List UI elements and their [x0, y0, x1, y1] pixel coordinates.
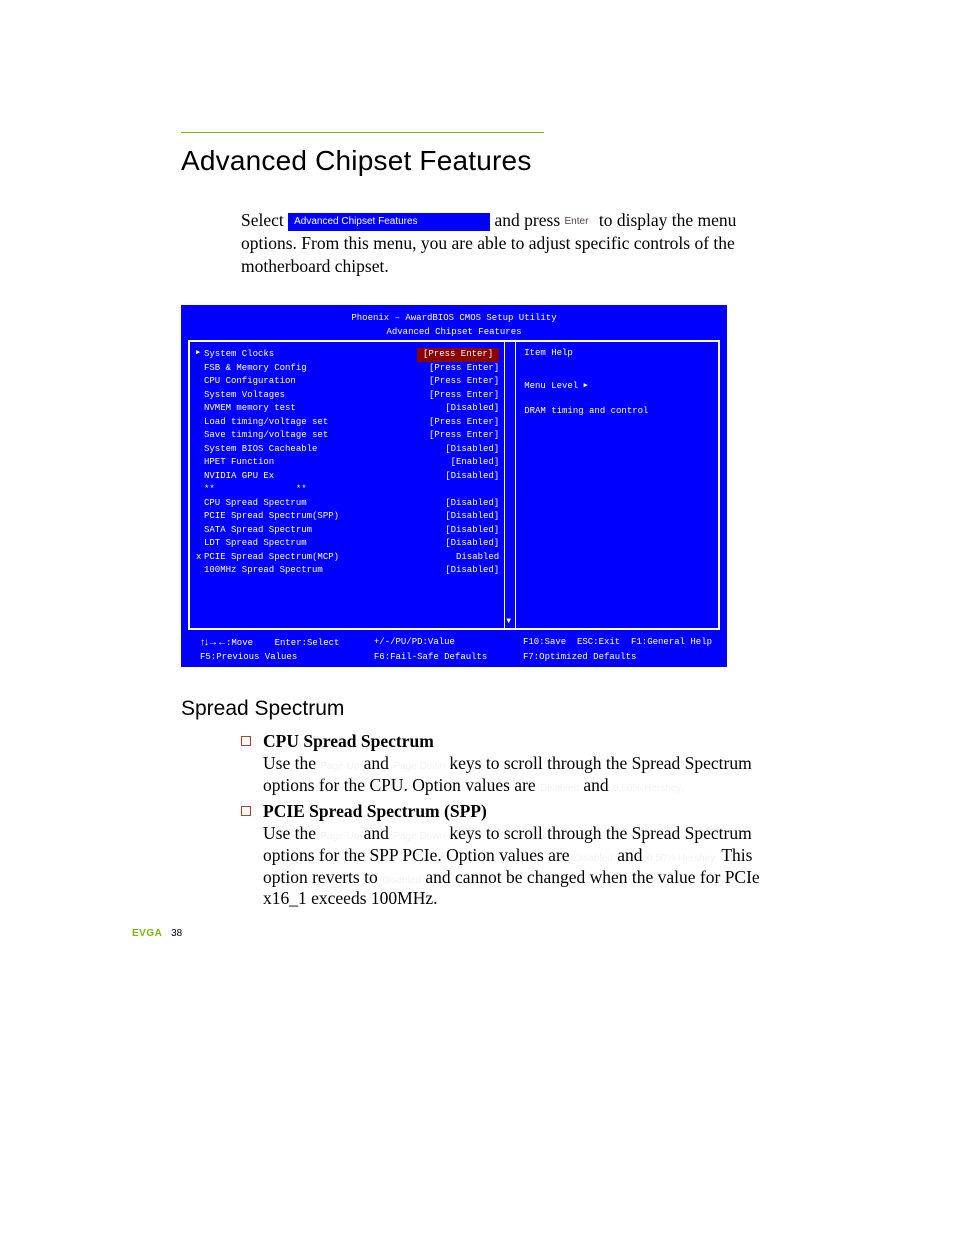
enter-key-label: Enter: [565, 215, 595, 228]
intro-pre: Select: [241, 210, 288, 230]
bios-row: ** **: [196, 483, 515, 497]
bios-row: NVMEM memory test[Disabled]: [196, 402, 515, 416]
intro-mid: and press: [490, 210, 564, 230]
bios-row: x PCIE Spread Spectrum(MCP)Disabled: [196, 551, 515, 565]
bios-menu-list: ▶ System Clocks[Press Enter] FSB & Memor…: [190, 342, 515, 628]
bios-row: SATA Spread Spectrum[Disabled]: [196, 524, 515, 538]
intro-paragraph: Select Advanced Chipset Features and pre…: [241, 209, 748, 277]
bios-row: 100MHz Spread Spectrum[Disabled]: [196, 564, 515, 578]
list-item: CPU Spread Spectrum Use the Page Up and …: [241, 731, 781, 797]
pcie-spread-title: PCIE Spread Spectrum (SPP): [263, 801, 781, 823]
bios-scrollbar: ▼: [504, 342, 515, 628]
bios-row: Save timing/voltage set[Press Enter]: [196, 429, 515, 443]
bios-row: HPET Function[Enabled]: [196, 456, 515, 470]
bios-header-2: Advanced Chipset Features: [188, 326, 720, 340]
bios-row: System Voltages[Press Enter]: [196, 389, 515, 403]
page-footer: EVGA 38: [132, 928, 182, 939]
scroll-down-icon: ▼: [506, 617, 511, 626]
bios-screenshot: Phoenix – AwardBIOS CMOS Setup Utility A…: [181, 305, 727, 667]
bios-row: Load timing/voltage set[Press Enter]: [196, 416, 515, 430]
spread-spectrum-heading: Spread Spectrum: [181, 697, 954, 721]
nav-arrows-icon: ↑↓→←: [200, 637, 226, 648]
page-title: Advanced Chipset Features: [181, 145, 954, 177]
bios-row: NVIDIA GPU Ex[Disabled]: [196, 470, 515, 484]
page-number: 38: [171, 928, 182, 939]
help-level: Menu Level: [524, 381, 583, 391]
bios-row: System BIOS Cacheable[Disabled]: [196, 443, 515, 457]
help-head: Item Help: [524, 348, 712, 358]
brand-label: EVGA: [132, 928, 162, 939]
cpu-spread-title: CPU Spread Spectrum: [263, 731, 781, 753]
bios-row: FSB & Memory Config[Press Enter]: [196, 362, 515, 376]
bios-row: LDT Spread Spectrum[Disabled]: [196, 537, 515, 551]
help-body: DRAM timing and control: [524, 405, 712, 418]
bios-row: CPU Spread Spectrum[Disabled]: [196, 497, 515, 511]
bios-help-panel: Item Help Menu Level ▶ DRAM timing and c…: [515, 342, 718, 628]
bios-footer: ↑↓→←:Move Enter:Select +/-/PU/PD:Value F…: [188, 630, 720, 662]
chevron-right-icon: ▶: [584, 382, 588, 392]
bios-header-1: Phoenix – AwardBIOS CMOS Setup Utility: [188, 312, 720, 326]
bios-row: PCIE Spread Spectrum(SPP)[Disabled]: [196, 510, 515, 524]
list-item: PCIE Spread Spectrum (SPP) Use the Page …: [241, 801, 781, 910]
menu-name-pill: Advanced Chipset Features: [288, 213, 490, 231]
bios-row: ▶ System Clocks[Press Enter]: [196, 348, 515, 362]
bios-row: CPU Configuration[Press Enter]: [196, 375, 515, 389]
